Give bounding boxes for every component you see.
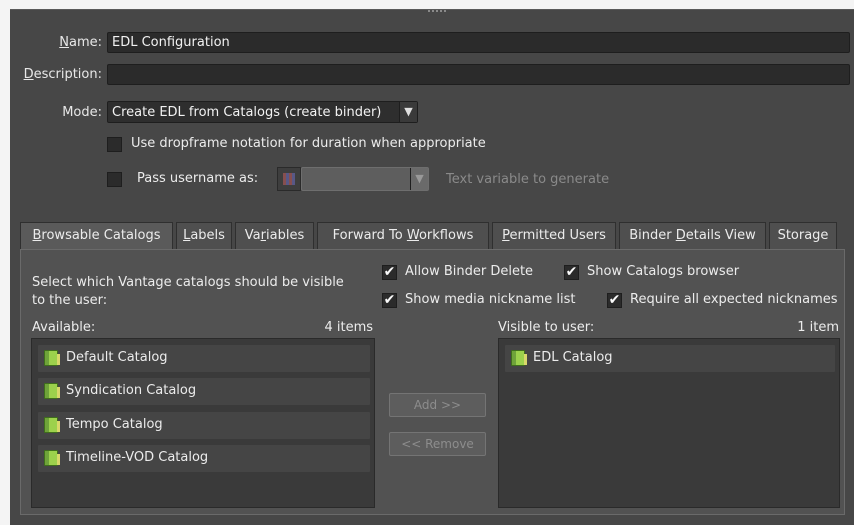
chevron-down-icon[interactable]: ▼ — [410, 168, 428, 190]
name-field[interactable]: EDL Configuration — [107, 32, 850, 53]
catalog-icon — [44, 450, 60, 466]
pass-username-checkbox[interactable] — [107, 172, 122, 187]
show-media-nickname-list-label: Show media nickname list — [405, 292, 576, 307]
visible-label: Visible to user: — [498, 320, 595, 335]
catalog-icon — [44, 350, 60, 366]
description-label: Description: — [23, 67, 102, 82]
mode-select[interactable]: Create EDL from Catalogs (create binder)… — [107, 101, 418, 123]
tab-binder-details-view[interactable]: Binder Details View — [619, 222, 766, 249]
catalogs-description-line1: Select which Vantage catalogs should be … — [32, 275, 344, 290]
dropframe-label: Use dropframe notation for duration when… — [131, 136, 486, 151]
catalogs-description-line2: to the user: — [32, 293, 108, 308]
chevron-down-icon[interactable]: ▼ — [399, 102, 417, 122]
tab-labels[interactable]: Labels — [176, 222, 232, 249]
description-field[interactable] — [107, 64, 850, 85]
visible-catalogs-list[interactable]: EDL Catalog — [498, 338, 840, 508]
catalog-icon — [44, 383, 60, 399]
show-media-nickname-list-checkbox[interactable]: ✔ — [382, 293, 397, 308]
tab-variables[interactable]: Variables — [235, 222, 314, 249]
text-variable-hint: Text variable to generate — [446, 172, 610, 187]
browsable-catalogs-panel: Select which Vantage catalogs should be … — [20, 249, 845, 515]
name-label: Name: — [59, 35, 102, 50]
resize-grip[interactable] — [428, 10, 446, 14]
tab-permitted-users[interactable]: Permitted Users — [492, 222, 616, 249]
pass-username-label: Pass username as: — [137, 171, 259, 186]
available-label: Available: — [32, 320, 96, 335]
list-item[interactable]: Default Catalog — [38, 345, 370, 372]
require-all-expected-nicknames-label: Require all expected nicknames — [630, 292, 838, 307]
require-all-expected-nicknames-checkbox[interactable]: ✔ — [607, 293, 622, 308]
tab-forward-to-workflows[interactable]: Forward To Workflows — [317, 222, 489, 249]
available-count: 4 items — [324, 320, 373, 335]
list-item[interactable]: Syndication Catalog — [38, 378, 370, 405]
list-item[interactable]: EDL Catalog — [505, 345, 835, 372]
variable-icon — [277, 167, 301, 191]
add-button[interactable]: Add >> — [389, 393, 486, 417]
edl-configuration-window: Name: EDL Configuration Description: Mod… — [10, 9, 854, 525]
list-item[interactable]: Timeline-VOD Catalog — [38, 445, 370, 472]
show-catalogs-browser-checkbox[interactable]: ✔ — [564, 265, 579, 280]
pass-username-select[interactable]: ▼ — [301, 167, 429, 191]
mode-label: Mode: — [62, 105, 102, 120]
catalog-icon — [44, 417, 60, 433]
list-item[interactable]: Tempo Catalog — [38, 412, 370, 439]
tab-browsable-catalogs[interactable]: Browsable Catalogs — [20, 222, 173, 251]
tab-storage[interactable]: Storage — [769, 222, 837, 249]
remove-button[interactable]: << Remove — [389, 432, 486, 456]
dropframe-checkbox[interactable] — [107, 137, 122, 152]
visible-count: 1 item — [797, 320, 839, 335]
available-catalogs-list[interactable]: Default Catalog Syndication Catalog Temp… — [31, 338, 375, 508]
mode-value: Create EDL from Catalogs (create binder) — [112, 105, 382, 120]
allow-binder-delete-checkbox[interactable]: ✔ — [382, 265, 397, 280]
catalog-icon — [511, 350, 527, 366]
show-catalogs-browser-label: Show Catalogs browser — [587, 264, 740, 279]
allow-binder-delete-label: Allow Binder Delete — [405, 264, 534, 279]
